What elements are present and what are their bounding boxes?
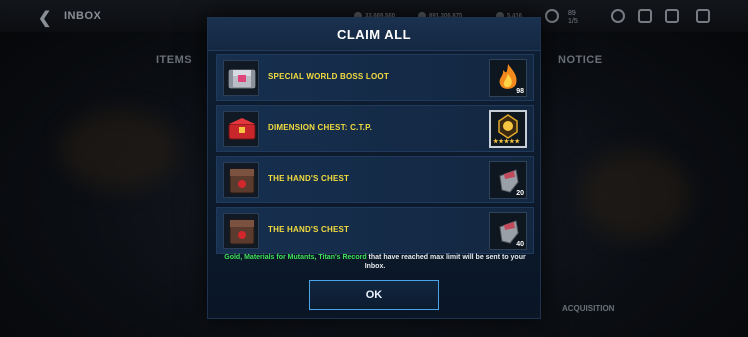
home-icon[interactable] — [665, 9, 679, 23]
list-item[interactable]: THE HAND'S CHEST 40 — [216, 207, 534, 254]
row-label: DIMENSION CHEST: C.T.P. — [268, 123, 373, 132]
sort-dropdown[interactable]: ACQUISITION — [562, 304, 614, 313]
clock-icon[interactable] — [545, 9, 559, 23]
background-blur — [580, 150, 690, 240]
tab-notice[interactable]: NOTICE — [558, 54, 603, 66]
tab-items[interactable]: ITEMS — [156, 54, 192, 66]
claim-all-dialog: CLAIM ALL SPECIAL WORLD BOSS LOOT 98 DIM… — [207, 17, 541, 319]
chevron-left-icon[interactable]: ❮ — [38, 8, 51, 28]
reward-slot[interactable]: 20 — [489, 161, 527, 199]
dialog-header: CLAIM ALL — [208, 18, 540, 51]
row-label: THE HAND'S CHEST — [268, 174, 350, 183]
background-blur — [60, 110, 180, 190]
reward-slot[interactable]: 40 — [489, 212, 527, 250]
list-item[interactable]: THE HAND'S CHEST 20 — [216, 156, 534, 203]
menu-icon[interactable] — [696, 9, 710, 23]
screen-title: INBOX — [64, 10, 102, 22]
red-chest-icon — [223, 111, 259, 147]
reward-slot[interactable]: ★★★★★ — [489, 110, 527, 148]
list-item[interactable]: SPECIAL WORLD BOSS LOOT 98 — [216, 54, 534, 101]
dark-chest-icon — [223, 213, 259, 249]
reward-slot[interactable]: 98 — [489, 59, 527, 97]
chat-icon[interactable] — [638, 9, 652, 23]
list-item[interactable]: DIMENSION CHEST: C.T.P. ★★★★★ — [216, 105, 534, 152]
reward-quantity: 98 — [516, 88, 524, 95]
dialog-title: CLAIM ALL — [336, 27, 412, 42]
notice-text: that have reached max limit will be sent… — [364, 254, 526, 270]
notice-highlight: Gold, Materials for Mutants, Titan's Rec… — [224, 254, 367, 261]
row-label: THE HAND'S CHEST — [268, 225, 350, 234]
claim-list[interactable]: SPECIAL WORLD BOSS LOOT 98 DIMENSION CHE… — [216, 54, 534, 263]
limit-notice: Gold, Materials for Mutants, Titan's Rec… — [216, 253, 534, 271]
ok-button[interactable]: OK — [309, 280, 439, 310]
timer: 89 1/5 — [568, 10, 578, 25]
star-rating: ★★★★★ — [493, 139, 520, 145]
row-label: SPECIAL WORLD BOSS LOOT — [268, 72, 389, 81]
reward-quantity: 20 — [516, 190, 524, 197]
reward-quantity: 40 — [516, 241, 524, 248]
silver-chest-icon — [223, 60, 259, 96]
info-icon[interactable] — [611, 9, 625, 23]
dark-chest-icon — [223, 162, 259, 198]
